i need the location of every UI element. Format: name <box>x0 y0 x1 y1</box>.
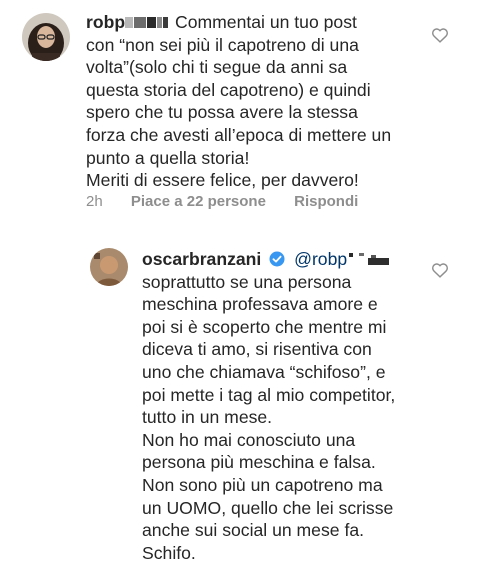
comment: robp Commentai un tuo post con “non sei … <box>0 0 477 220</box>
avatar-oscarbranzani[interactable] <box>90 248 128 286</box>
heart-icon[interactable] <box>431 262 449 278</box>
reply-line: uno che chiamava “schifoso”, e <box>142 361 386 382</box>
comment-text: robp Commentai un tuo post con “non sei … <box>86 11 446 192</box>
reply-line: poi mette i tag al mio competitor, <box>142 384 396 405</box>
heart-icon[interactable] <box>431 27 449 43</box>
comment-time: 2h <box>86 193 103 210</box>
comment-username[interactable]: robp <box>86 12 125 32</box>
reply: oscarbranzani @robp soprattutto se una p… <box>0 230 477 563</box>
reply-line: Schifo. <box>142 542 196 563</box>
reply-button[interactable]: Rispondi <box>294 193 358 210</box>
reply-line: tutto in un mese. <box>142 407 273 428</box>
comment-meta: 2h Piace a 22 persone Rispondi <box>86 193 382 210</box>
comment-line: punto a quella storia! <box>86 147 250 168</box>
reply-line: Non ho mai conosciuto una <box>142 429 356 450</box>
comment-line: forza che avesti all’epoca di mettere un <box>86 124 392 145</box>
reply-line: diceva ti amo, si risentiva con <box>142 339 372 360</box>
reply-line: un UOMO, quello che lei scrisse <box>142 497 394 518</box>
comment-line: Commentai un tuo post <box>174 12 357 32</box>
verified-badge-icon <box>269 251 285 267</box>
reply-line: meschina professava amore e <box>142 294 378 315</box>
redacted-username <box>125 17 169 28</box>
comment-line: volta”(solo chi ti segue da anni sa <box>86 57 348 78</box>
reply-line: anche sui social un mese fa. <box>142 520 365 541</box>
comment-line: con “non sei più il capotreno di una <box>86 34 359 55</box>
mention-link[interactable]: @robp <box>294 249 347 269</box>
reply-line: soprattutto se una persona <box>142 271 352 292</box>
comment-line: Meriti di essere felice, per davvero! <box>86 170 359 191</box>
likes-link[interactable]: Piace a 22 persone <box>131 193 266 210</box>
comment-line: spero che tu possa avere la stessa <box>86 102 358 123</box>
redacted-mention <box>349 253 390 265</box>
reply-line: Non sono più un capotreno ma <box>142 474 383 495</box>
reply-line: poi si è scoperto che mentre mi <box>142 316 387 337</box>
reply-username[interactable]: oscarbranzani <box>142 249 261 269</box>
reply-text: oscarbranzani @robp soprattutto se una p… <box>142 248 442 564</box>
avatar-robp[interactable] <box>22 13 70 61</box>
comment-line: questa storia del capotreno) e quindi <box>86 79 371 100</box>
reply-line: persona più meschina e falsa. <box>142 452 376 473</box>
